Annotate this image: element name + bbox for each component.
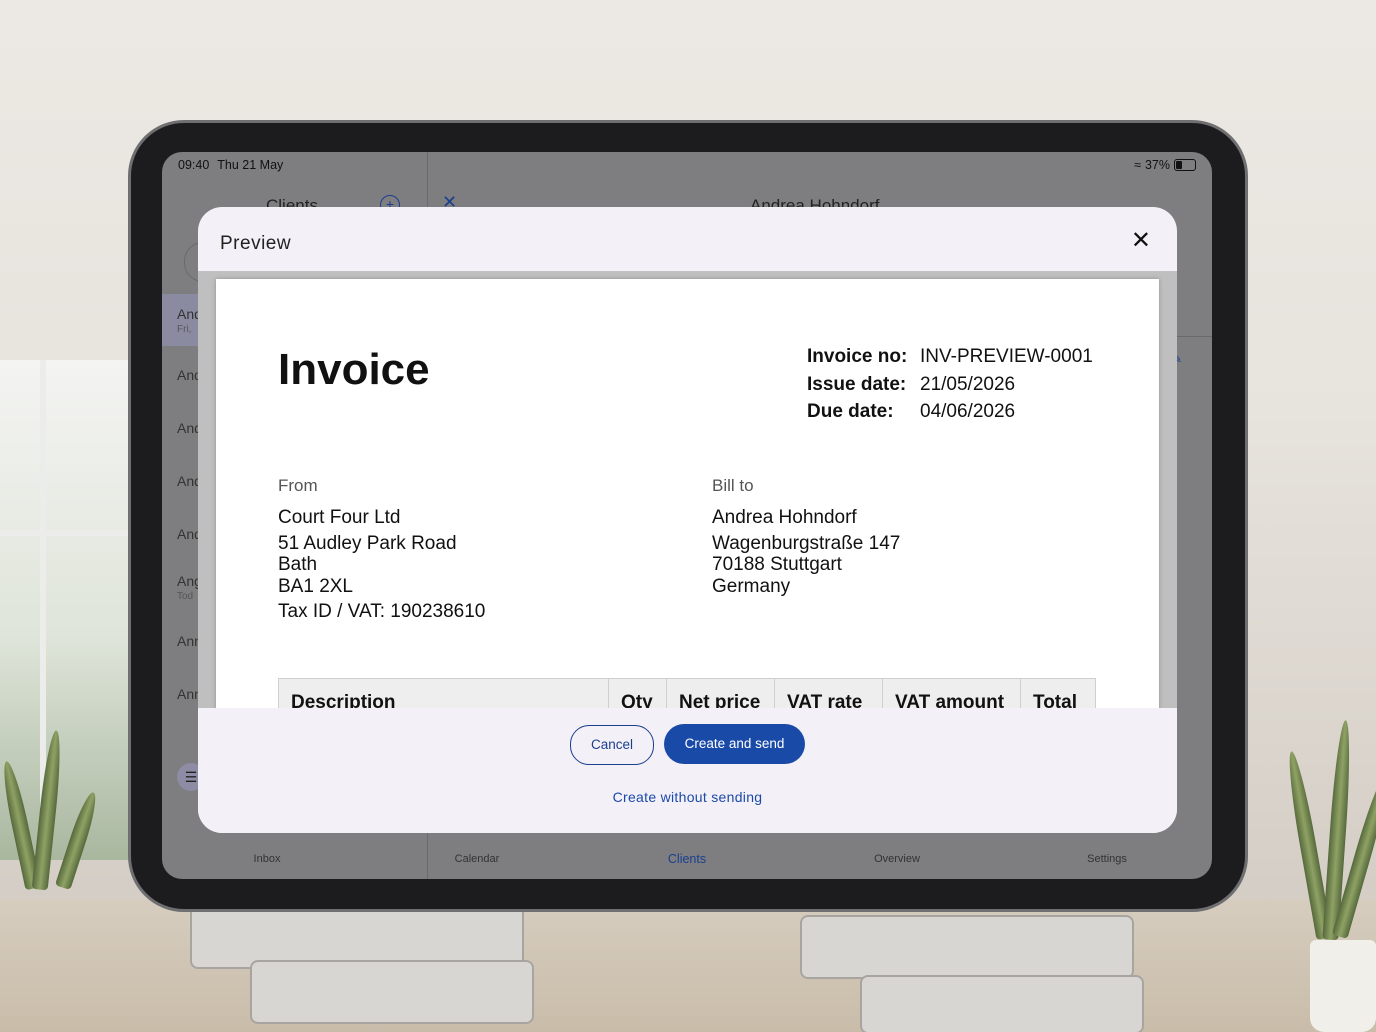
reformer-machine	[800, 915, 1134, 979]
modal-title: Preview	[220, 233, 292, 254]
meta-key: Issue date:	[807, 373, 907, 395]
meta-row: Issue date: 21/05/2026	[807, 371, 1093, 399]
meta-row: Due date: 04/06/2026	[807, 398, 1093, 426]
line-items-table: Description Qty Net price VAT rate VAT a…	[278, 678, 1096, 708]
meta-row: Invoice no: INV-PREVIEW-0001	[807, 343, 1093, 371]
from-address-line: BA1 2XL	[278, 575, 353, 597]
bill-to-name: Andrea Hohndorf	[712, 507, 857, 528]
column-header: Description	[278, 678, 609, 708]
bill-to-address-line: 70188 Stuttgart	[712, 554, 842, 575]
from-label: From	[278, 476, 318, 495]
from-address-line: 51 Audley Park Road	[278, 532, 457, 554]
meta-value: 21/05/2026	[920, 373, 1016, 395]
cancel-button[interactable]: Cancel	[570, 725, 654, 765]
meta-value: INV-PREVIEW-0001	[920, 346, 1093, 367]
create-and-send-button[interactable]: Create and send	[664, 724, 805, 764]
bill-to-block: Bill to Andrea Hohndorf Wagenburgstraße …	[712, 476, 900, 597]
from-tax-id: Tax ID / VAT: 190238610	[278, 601, 486, 622]
modal-header: Preview ✕	[198, 207, 1177, 271]
meta-value: 04/06/2026	[920, 401, 1016, 422]
table-header-row: Description Qty Net price VAT rate VAT a…	[278, 678, 1096, 708]
column-header: VAT rate	[774, 678, 883, 708]
invoice-document: Invoice Invoice no: INV-PREVIEW-0001 Issu…	[216, 279, 1159, 708]
invoice-heading: Invoice	[278, 345, 430, 394]
bill-to-label: Bill to	[712, 476, 754, 495]
bill-to-address-line: Germany	[712, 575, 791, 597]
bill-to-address-line: Wagenburgstraße 147	[712, 532, 901, 554]
meta-key: Due date:	[807, 401, 894, 422]
from-block: From Court Four Ltd 51 Audley Park Road …	[278, 476, 485, 623]
reformer-machine	[860, 975, 1144, 1032]
column-header: Total	[1020, 678, 1096, 708]
modal-footer: Cancel Create and send Create without se…	[198, 708, 1177, 833]
create-without-sending-link[interactable]: Create without sending	[198, 789, 1177, 805]
plant-pot	[1310, 940, 1376, 1032]
from-name: Court Four Ltd	[278, 507, 401, 528]
invoice-meta: Invoice no: INV-PREVIEW-0001 Issue date: 2…	[807, 343, 1093, 426]
from-address-line: Bath	[278, 554, 318, 575]
column-header: Qty	[608, 678, 667, 708]
invoice-preview-area[interactable]: Invoice Invoice no: INV-PREVIEW-0001 Issu…	[198, 271, 1177, 708]
close-icon[interactable]: ✕	[1131, 229, 1151, 253]
column-header: VAT amount	[882, 678, 1021, 708]
meta-key: Invoice no:	[807, 346, 908, 367]
reformer-machine	[250, 960, 534, 1024]
column-header: Net price	[666, 678, 775, 708]
preview-modal: Preview ✕ Invoice Invoice no: INV-PREVIEW…	[198, 207, 1177, 833]
